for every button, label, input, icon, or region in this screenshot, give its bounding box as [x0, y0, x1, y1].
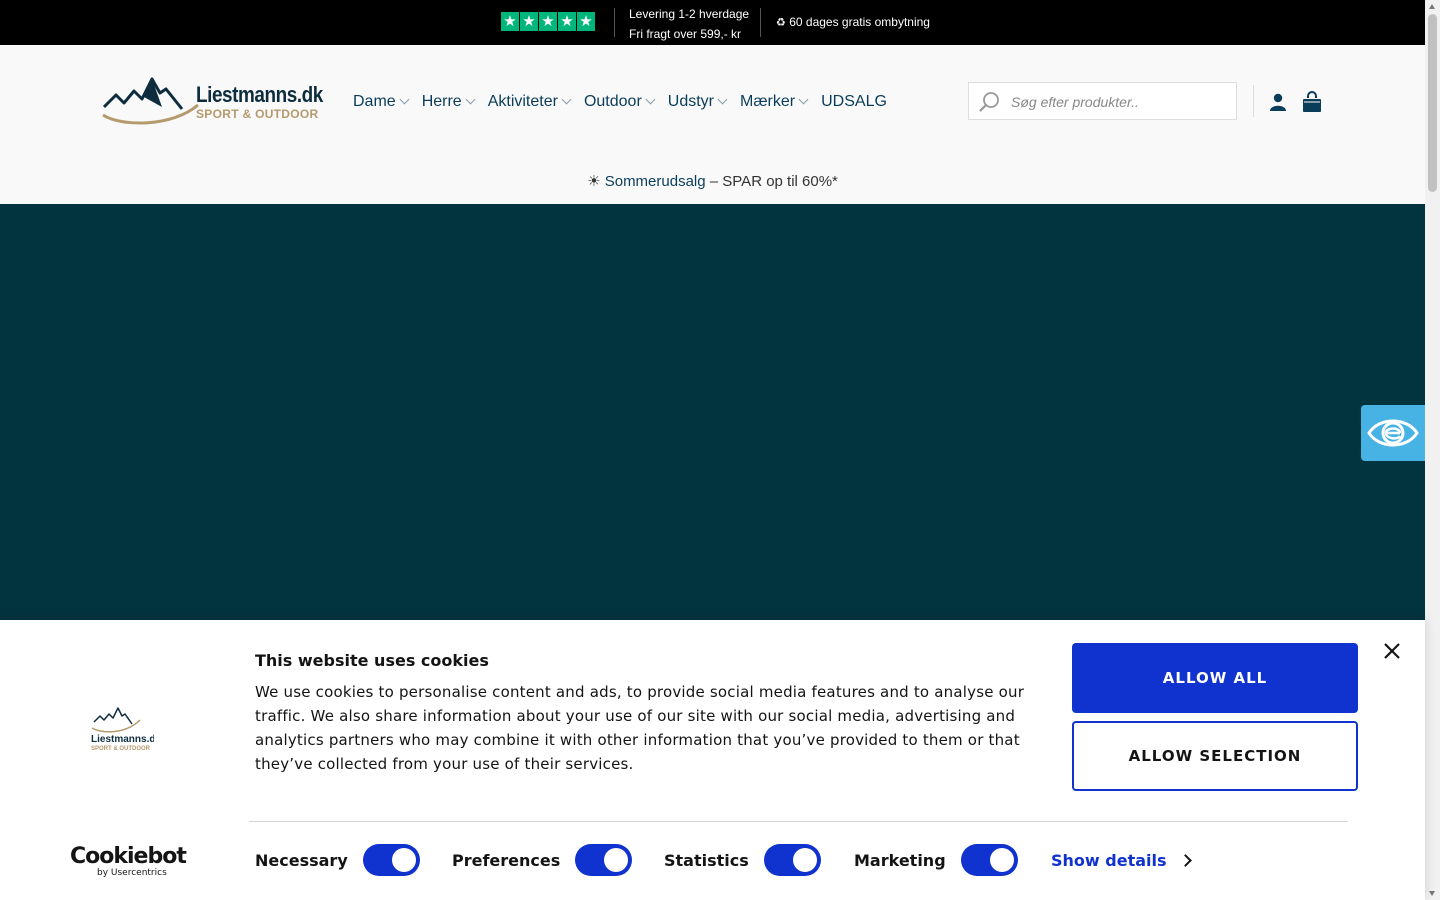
- accessibility-widget[interactable]: [1361, 405, 1425, 461]
- eye-icon: [1367, 419, 1419, 447]
- main-navigation: Dame Herre Aktiviteter Outdoor Udstyr Mæ…: [353, 91, 901, 113]
- mountain-logo-icon: [102, 77, 199, 125]
- chevron-down-icon: [798, 94, 809, 105]
- toggle-necessary: Necessary: [255, 844, 420, 876]
- scroll-up-arrow-icon[interactable]: [1429, 4, 1435, 9]
- nav-label: Aktiviteter: [487, 93, 558, 110]
- toggle-statistics: Statistics: [664, 844, 821, 876]
- switch-knob: [792, 848, 817, 872]
- svg-text:SPORT & OUTDOOR: SPORT & OUTDOOR: [91, 746, 151, 752]
- hero-banner: [0, 204, 1425, 620]
- toggle-label: Marketing: [854, 850, 946, 870]
- nav-item-udsalg[interactable]: UDSALG: [821, 91, 887, 113]
- divider: [614, 8, 615, 37]
- star-icon: ★: [501, 12, 519, 31]
- scroll-down-arrow-icon[interactable]: [1429, 891, 1435, 896]
- svg-text:Liestmanns.dk: Liestmanns.dk: [91, 734, 154, 745]
- nav-item-dame[interactable]: Dame: [353, 91, 410, 113]
- delivery-time-text: Levering 1-2 hverdage: [629, 7, 750, 21]
- user-icon[interactable]: [1269, 93, 1287, 111]
- search-box: [968, 82, 1237, 120]
- show-details-link[interactable]: Show details: [1051, 851, 1192, 870]
- star-icon: ★: [520, 12, 538, 31]
- toggle-label: Statistics: [664, 850, 749, 870]
- nav-label: Mærker: [740, 93, 796, 110]
- divider: [1253, 85, 1254, 117]
- show-details-label: Show details: [1051, 851, 1167, 870]
- nav-label: Dame: [353, 93, 396, 110]
- divider: [760, 8, 761, 37]
- promo-text: – SPAR op til 60%*: [705, 173, 838, 190]
- chevron-right-icon: [1178, 854, 1192, 867]
- star-icon: ★: [558, 12, 576, 31]
- cookie-description: We use cookies to personalise content an…: [255, 683, 1025, 773]
- nav-label: Udstyr: [667, 93, 714, 110]
- nav-label: UDSALG: [821, 93, 887, 110]
- toggle-marketing: Marketing: [854, 844, 1018, 876]
- site-header: Liestmanns.dk SPORT & OUTDOOR Dame Herre…: [0, 45, 1425, 204]
- preferences-switch[interactable]: [575, 844, 633, 876]
- cookie-consent-banner: Liestmanns.dk SPORT & OUTDOOR This websi…: [0, 620, 1425, 900]
- divider: [249, 821, 1348, 822]
- cookiebot-logo[interactable]: Cookiebot by Usercentrics: [70, 844, 187, 879]
- logo-tagline: SPORT & OUTDOOR: [196, 107, 319, 121]
- promo-banner: ☀ Sommerudsalg – SPAR op til 60%*: [0, 172, 1425, 190]
- nav-item-herre[interactable]: Herre: [421, 91, 476, 113]
- cookiebot-brand-name: Cookiebot: [70, 844, 187, 869]
- cookiebot-brand-sub: by Usercentrics: [97, 868, 167, 878]
- toggle-label: Preferences: [452, 850, 561, 870]
- sale-link[interactable]: Sommerudsalg: [605, 173, 706, 190]
- nav-item-outdoor[interactable]: Outdoor: [583, 91, 656, 113]
- scrollbar-thumb[interactable]: [1428, 14, 1437, 192]
- chevron-down-icon: [561, 94, 572, 105]
- toggle-preferences: Preferences: [452, 844, 633, 876]
- search-icon[interactable]: [979, 91, 1001, 113]
- search-input[interactable]: [1009, 91, 1233, 113]
- trustpilot-rating[interactable]: ★ ★ ★ ★ ★: [501, 12, 595, 31]
- chevron-down-icon: [465, 94, 476, 105]
- delivery-info: Levering 1-2 hverdage Fri fragt over 599…: [629, 4, 749, 44]
- allow-all-button[interactable]: ALLOW ALL: [1072, 643, 1358, 713]
- marketing-switch[interactable]: [960, 844, 1018, 876]
- allow-selection-button[interactable]: ALLOW SELECTION: [1072, 721, 1358, 791]
- necessary-switch[interactable]: [362, 844, 420, 876]
- free-shipping-text: Fri fragt over 599,- kr: [629, 27, 742, 41]
- switch-knob: [391, 848, 416, 872]
- sun-icon: ☀: [587, 172, 601, 190]
- star-icon: ★: [539, 12, 557, 31]
- switch-knob: [604, 848, 629, 872]
- close-icon[interactable]: [1382, 641, 1402, 661]
- logo-name: Liestmanns.dk: [196, 82, 323, 107]
- switch-knob: [989, 848, 1014, 872]
- site-logo[interactable]: Liestmanns.dk SPORT & OUTDOOR: [102, 75, 324, 127]
- recycle-icon: ♻: [776, 16, 786, 29]
- statistics-switch[interactable]: [763, 844, 821, 876]
- page-scrollbar[interactable]: [1425, 0, 1440, 900]
- cookie-title: This website uses cookies: [255, 651, 489, 670]
- site-logo-small: Liestmanns.dk SPORT & OUTDOOR: [91, 707, 154, 752]
- toggle-label: Necessary: [255, 850, 348, 870]
- exchange-text: 60 dages gratis ombytning: [789, 15, 930, 29]
- exchange-info: ♻ 60 dages gratis ombytning: [776, 14, 930, 31]
- nav-item-udstyr[interactable]: Udstyr: [667, 91, 728, 113]
- chevron-down-icon: [717, 94, 728, 105]
- chevron-down-icon: [399, 94, 410, 105]
- nav-label: Herre: [421, 93, 462, 110]
- chevron-down-icon: [645, 94, 656, 105]
- nav-label: Outdoor: [583, 93, 642, 110]
- nav-item-aktiviteter[interactable]: Aktiviteter: [487, 91, 572, 113]
- cart-icon[interactable]: [1301, 91, 1323, 113]
- top-announcement-bar: ★ ★ ★ ★ ★ Levering 1-2 hverdage Fri frag…: [0, 0, 1425, 45]
- nav-item-maerker[interactable]: Mærker: [740, 91, 809, 113]
- star-icon: ★: [577, 12, 595, 31]
